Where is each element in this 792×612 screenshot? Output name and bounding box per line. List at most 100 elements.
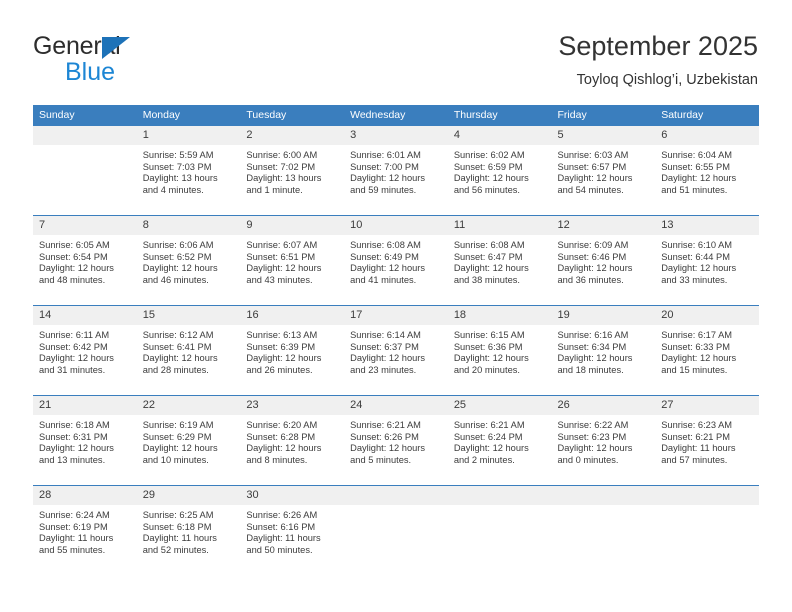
page-subtitle-location: Toyloq Qishlog’i, Uzbekistan: [576, 72, 758, 88]
day-detail-sunset: Sunset: 6:21 PM: [661, 431, 730, 442]
calendar-day-cell[interactable]: 4 Sunrise: 6:02 AM Sunset: 6:59 PM Daylight…: [447, 125, 552, 216]
calendar-day-cell[interactable]: 16 Sunrise: 6:13 AM Sunset: 6:39 PM Dayligh…: [240, 305, 345, 396]
calendar-day-cell[interactable]: 19 Sunrise: 6:16 AM Sunset: 6:34 PM Dayligh…: [551, 305, 656, 396]
calendar-day-cell[interactable]: 27 Sunrise: 6:23 AM Sunset: 6:21 PM Dayligh…: [655, 395, 759, 486]
day-number: 8: [136, 216, 241, 235]
day-detail-sunrise: Sunrise: 6:11 AM: [39, 330, 110, 340]
day-number: 22: [136, 396, 241, 415]
day-detail-daylight-2: and 8 minutes.: [246, 454, 308, 465]
calendar-day-cell[interactable]: 6 Sunrise: 6:04 AM Sunset: 6:55 PM Daylight…: [655, 125, 759, 216]
day-detail-sunset: Sunset: 6:18 PM: [142, 521, 212, 532]
day-detail-sunrise: Sunrise: 6:24 AM: [39, 510, 110, 520]
title-block: September 2025 Toyloq Qishlog’i, Uzbekis…: [558, 30, 758, 89]
day-details: Sunrise: 6:05 AM Sunset: 6:54 PM Daylight:…: [33, 235, 137, 286]
calendar-day-cell[interactable]: 23 Sunrise: 6:20 AM Sunset: 6:28 PM Dayligh…: [240, 395, 345, 486]
calendar-day-cell[interactable]: 30 Sunrise: 6:26 AM Sunset: 6:16 PM Dayligh…: [240, 485, 345, 576]
weekday-header-friday: Friday: [551, 105, 656, 126]
day-detail-daylight-2: and 23 minutes.: [350, 364, 417, 375]
calendar-day-cell[interactable]: 2 Sunrise: 6:00 AM Sunset: 7:02 PM Daylight…: [240, 125, 345, 216]
calendar-day-cell-empty: [33, 125, 137, 216]
day-detail-sunrise: Sunrise: 5:59 AM: [142, 150, 214, 160]
day-number: 28: [33, 486, 137, 505]
day-detail-daylight-1: Daylight: 12 hours: [142, 353, 218, 364]
day-detail-sunset: Sunset: 6:29 PM: [142, 431, 212, 442]
calendar-day-cell[interactable]: 22 Sunrise: 6:19 AM Sunset: 6:29 PM Dayligh…: [136, 395, 241, 486]
calendar-day-cell[interactable]: 10 Sunrise: 6:08 AM Sunset: 6:49 PM Dayligh…: [344, 215, 448, 306]
calendar-day-cell-empty: [344, 485, 448, 576]
calendar-day-cell[interactable]: 9 Sunrise: 6:07 AM Sunset: 6:51 PM Daylight…: [240, 215, 345, 306]
day-number: 19: [551, 306, 656, 325]
day-detail-daylight-1: Daylight: 12 hours: [661, 263, 737, 274]
day-details: Sunrise: 6:21 AM Sunset: 6:26 PM Daylight:…: [344, 415, 448, 466]
day-detail-sunrise: Sunrise: 6:07 AM: [246, 240, 318, 250]
day-details: Sunrise: 6:18 AM Sunset: 6:31 PM Daylight:…: [33, 415, 137, 466]
day-detail-sunset: Sunset: 6:33 PM: [661, 341, 730, 352]
day-detail-sunrise: Sunrise: 6:13 AM: [246, 330, 318, 340]
day-detail-sunset: Sunset: 6:39 PM: [246, 341, 316, 352]
day-number: [447, 486, 552, 505]
day-number: 27: [655, 396, 759, 415]
calendar-day-cell[interactable]: 15 Sunrise: 6:12 AM Sunset: 6:41 PM Dayligh…: [136, 305, 241, 396]
day-detail-daylight-1: Daylight: 12 hours: [39, 443, 114, 454]
day-detail-sunset: Sunset: 6:34 PM: [557, 341, 627, 352]
day-detail-sunrise: Sunrise: 6:18 AM: [39, 420, 110, 430]
day-detail-daylight-2: and 52 minutes.: [142, 544, 209, 555]
calendar-day-cell[interactable]: 3 Sunrise: 6:01 AM Sunset: 7:00 PM Daylight…: [344, 125, 448, 216]
calendar-day-cell[interactable]: 17 Sunrise: 6:14 AM Sunset: 6:37 PM Dayligh…: [344, 305, 448, 396]
day-detail-sunset: Sunset: 6:54 PM: [39, 251, 108, 262]
day-detail-daylight-2: and 31 minutes.: [39, 364, 106, 375]
day-detail-sunset: Sunset: 7:02 PM: [246, 161, 316, 172]
day-detail-sunrise: Sunrise: 6:17 AM: [661, 330, 733, 340]
calendar-day-cell[interactable]: 25 Sunrise: 6:21 AM Sunset: 6:24 PM Dayligh…: [447, 395, 552, 486]
day-detail-daylight-2: and 43 minutes.: [246, 274, 313, 285]
calendar-day-cell[interactable]: 5 Sunrise: 6:03 AM Sunset: 6:57 PM Daylight…: [551, 125, 656, 216]
day-number: 18: [447, 306, 552, 325]
day-detail-daylight-1: Daylight: 12 hours: [661, 173, 737, 184]
calendar-day-cell[interactable]: 1 Sunrise: 5:59 AM Sunset: 7:03 PM Daylight…: [136, 125, 241, 216]
day-details: Sunrise: 6:13 AM Sunset: 6:39 PM Daylight:…: [240, 325, 344, 376]
day-detail-sunrise: Sunrise: 6:08 AM: [453, 240, 525, 250]
calendar-week-row: 21 Sunrise: 6:18 AM Sunset: 6:31 PM Dayligh…: [33, 395, 759, 486]
day-number: 30: [240, 486, 345, 505]
weekday-header-tuesday: Tuesday: [240, 105, 345, 126]
calendar-day-cell[interactable]: 20 Sunrise: 6:17 AM Sunset: 6:33 PM Dayligh…: [655, 305, 759, 396]
day-details: Sunrise: 5:59 AM Sunset: 7:03 PM Daylight:…: [137, 145, 241, 196]
day-detail-daylight-1: Daylight: 12 hours: [350, 173, 426, 184]
day-number: 24: [344, 396, 448, 415]
day-detail-sunrise: Sunrise: 6:22 AM: [557, 420, 629, 430]
day-detail-daylight-2: and 4 minutes.: [142, 184, 204, 195]
day-detail-daylight-2: and 54 minutes.: [557, 184, 624, 195]
day-detail-daylight-2: and 33 minutes.: [661, 274, 728, 285]
day-detail-sunrise: Sunrise: 6:05 AM: [39, 240, 110, 250]
calendar-day-cell[interactable]: 7 Sunrise: 6:05 AM Sunset: 6:54 PM Daylight…: [33, 215, 137, 306]
day-detail-sunrise: Sunrise: 6:01 AM: [350, 150, 421, 160]
calendar-day-cell[interactable]: 11 Sunrise: 6:08 AM Sunset: 6:47 PM Dayligh…: [447, 215, 552, 306]
calendar-day-cell[interactable]: 12 Sunrise: 6:09 AM Sunset: 6:46 PM Dayligh…: [551, 215, 656, 306]
calendar-day-cell[interactable]: 29 Sunrise: 6:25 AM Sunset: 6:18 PM Dayligh…: [136, 485, 241, 576]
calendar-day-cell[interactable]: 8 Sunrise: 6:06 AM Sunset: 6:52 PM Daylight…: [136, 215, 241, 306]
day-detail-daylight-2: and 20 minutes.: [453, 364, 520, 375]
day-details: Sunrise: 6:12 AM Sunset: 6:41 PM Daylight:…: [137, 325, 241, 376]
calendar-header-row: Sunday Monday Tuesday Wednesday Thursday…: [33, 105, 759, 126]
day-detail-sunset: Sunset: 6:59 PM: [453, 161, 523, 172]
general-blue-logo[interactable]: General Blue: [33, 32, 233, 86]
calendar-week-row: 1 Sunrise: 5:59 AM Sunset: 7:03 PM Daylight…: [33, 125, 759, 216]
calendar-day-cell[interactable]: 21 Sunrise: 6:18 AM Sunset: 6:31 PM Dayligh…: [33, 395, 137, 486]
day-detail-daylight-2: and 26 minutes.: [246, 364, 313, 375]
day-number: [655, 486, 759, 505]
calendar-week-row: 14 Sunrise: 6:11 AM Sunset: 6:42 PM Dayligh…: [33, 305, 759, 396]
calendar-day-cell[interactable]: 28 Sunrise: 6:24 AM Sunset: 6:19 PM Dayligh…: [33, 485, 137, 576]
calendar-day-cell[interactable]: 13 Sunrise: 6:10 AM Sunset: 6:44 PM Dayligh…: [655, 215, 759, 306]
day-details: Sunrise: 6:03 AM Sunset: 6:57 PM Daylight:…: [552, 145, 656, 196]
calendar-day-cell[interactable]: 26 Sunrise: 6:22 AM Sunset: 6:23 PM Dayligh…: [551, 395, 656, 486]
day-detail-sunrise: Sunrise: 6:23 AM: [661, 420, 733, 430]
calendar-day-cell[interactable]: 14 Sunrise: 6:11 AM Sunset: 6:42 PM Dayligh…: [33, 305, 137, 396]
day-detail-sunset: Sunset: 6:36 PM: [453, 341, 523, 352]
day-details: Sunrise: 6:21 AM Sunset: 6:24 PM Daylight:…: [448, 415, 552, 466]
sunrise-sunset-calendar-table: Sunday Monday Tuesday Wednesday Thursday…: [33, 105, 759, 576]
calendar-day-cell[interactable]: 18 Sunrise: 6:15 AM Sunset: 6:36 PM Dayligh…: [447, 305, 552, 396]
day-details: Sunrise: 6:10 AM Sunset: 6:44 PM Daylight:…: [655, 235, 759, 286]
calendar-day-cell[interactable]: 24 Sunrise: 6:21 AM Sunset: 6:26 PM Dayligh…: [344, 395, 448, 486]
weekday-header-wednesday: Wednesday: [344, 105, 448, 126]
day-detail-sunrise: Sunrise: 6:25 AM: [142, 510, 214, 520]
